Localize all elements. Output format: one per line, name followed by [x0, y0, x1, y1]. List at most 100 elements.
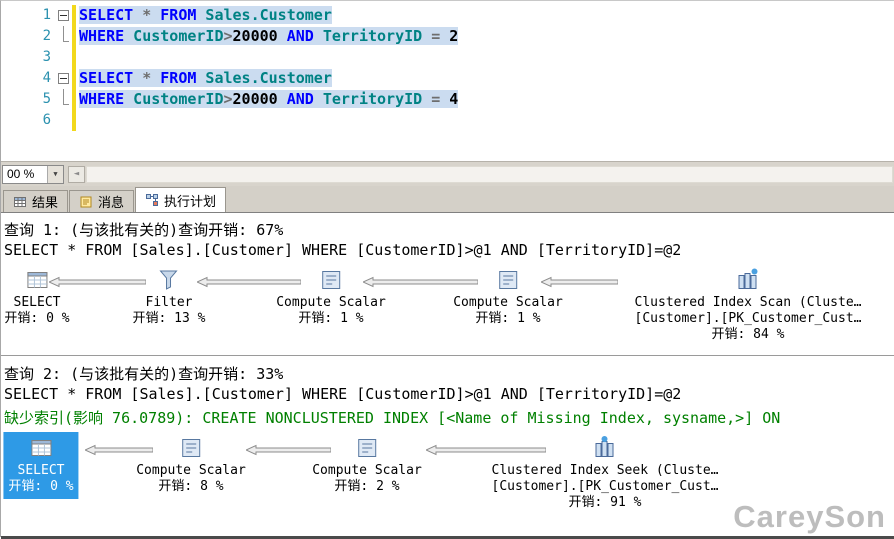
scroll-left-button[interactable]: ◄	[68, 166, 85, 183]
editor-line[interactable]: 2 WHERE CustomerID>20000 AND TerritoryID…	[1, 26, 894, 47]
tab-label: 结果	[32, 192, 58, 211]
plan-node-compute-scalar[interactable]: Compute Scalar 开销: 2 %	[312, 435, 422, 495]
collapse-minus-icon[interactable]	[58, 73, 69, 84]
plan-node-clustered-index-seek[interactable]: Clustered Index Seek (Cluste… [Customer]…	[492, 435, 719, 511]
plan-node-compute-scalar[interactable]: Compute Scalar 开销: 1 %	[453, 267, 563, 327]
code-token: =	[422, 90, 449, 108]
plan-node-label: Clustered Index Scan (Cluste…	[635, 295, 862, 311]
code-text[interactable]: WHERE CustomerID>20000 AND TerritoryID =…	[76, 26, 458, 47]
plan-node-cost: 开销: 2 %	[312, 479, 422, 495]
plan-node-filter[interactable]: Filter 开销: 13 %	[133, 267, 206, 327]
chevron-down-icon[interactable]: ▼	[47, 166, 63, 183]
plan-node-label: Compute Scalar	[136, 463, 246, 479]
line-number: 5	[1, 89, 56, 110]
editor-line[interactable]: 3	[1, 47, 894, 68]
collapse-minus-icon[interactable]	[58, 10, 69, 21]
code-text[interactable]	[76, 47, 79, 68]
editor-line[interactable]: 1 SELECT * FROM Sales.Customer	[1, 5, 894, 26]
line-number: 6	[1, 110, 56, 131]
code-text[interactable]: SELECT * FROM Sales.Customer	[76, 68, 332, 89]
code-token: >	[224, 90, 233, 108]
fold-margin	[56, 110, 72, 131]
code-token: SELECT	[79, 69, 133, 87]
line-number: 2	[1, 26, 56, 47]
plan-node-cost: 开销: 84 %	[635, 327, 862, 343]
editor-scrollbar-area: 00 % ▼ ◄	[1, 161, 894, 186]
plan-node-label: Compute Scalar	[453, 295, 563, 311]
editor-line[interactable]: 5 WHERE CustomerID>20000 AND TerritoryID…	[1, 89, 894, 110]
plan-node-label: Clustered Index Seek (Cluste…	[492, 463, 719, 479]
fold-margin[interactable]	[56, 26, 72, 47]
tab-label: 执行计划	[164, 191, 216, 210]
code-token: *	[133, 6, 160, 24]
code-token: Sales.Customer	[196, 6, 331, 24]
fold-margin[interactable]	[56, 68, 72, 89]
fold-margin	[56, 47, 72, 68]
plan-node-label: Filter	[133, 295, 206, 311]
fold-region-line	[63, 89, 69, 105]
plan-node-select[interactable]: SELECT 开销: 0 %	[4, 267, 69, 327]
code-token: 20000	[233, 27, 278, 45]
compute-scalar-operator-icon	[312, 435, 422, 461]
code-text[interactable]	[76, 110, 79, 131]
code-token: SELECT	[79, 6, 133, 24]
fold-margin[interactable]	[56, 89, 72, 110]
compute-scalar-operator-icon	[136, 435, 246, 461]
plan-node-compute-scalar[interactable]: Compute Scalar 开销: 1 %	[276, 267, 386, 327]
plan-node-label: SELECT	[4, 295, 69, 311]
code-token: Sales.Customer	[196, 69, 331, 87]
horizontal-scrollbar-track[interactable]	[86, 166, 893, 183]
plan-node-label: [Customer].[PK_Customer_Cust…	[635, 311, 862, 327]
code-token: *	[133, 69, 160, 87]
code-token: TerritoryID	[314, 27, 422, 45]
plan-node-cost: 开销: 1 %	[453, 311, 563, 327]
tab-messages[interactable]: 消息	[69, 190, 134, 212]
code-token: FROM	[160, 69, 196, 87]
plan-section-divider	[1, 355, 894, 356]
plan-node-cost: 开销: 13 %	[133, 311, 206, 327]
tab-execution-plan[interactable]: 执行计划	[135, 187, 226, 212]
code-text[interactable]: SELECT * FROM Sales.Customer	[76, 5, 332, 26]
execution-plan-pane[interactable]: 查询 1: (与该批有关的)查询开销: 67% SELECT * FROM [S…	[1, 212, 894, 539]
watermark-text: CareySon	[733, 499, 886, 535]
results-tab-bar: 结果 消息 执行计划	[1, 186, 894, 212]
plan-node-cost: 开销: 91 %	[492, 495, 719, 511]
code-token: CustomerID	[124, 90, 223, 108]
missing-index-suggestion[interactable]: 缺少索引(影响 76.0789): CREATE NONCLUSTERED IN…	[4, 407, 780, 428]
select-operator-icon	[8, 435, 73, 461]
editor-line[interactable]: 6	[1, 110, 894, 131]
plan-node-compute-scalar[interactable]: Compute Scalar 开销: 8 %	[136, 435, 246, 495]
code-token: AND	[278, 90, 314, 108]
plan-node-clustered-index-scan[interactable]: Clustered Index Scan (Cluste… [Customer]…	[635, 267, 862, 343]
code-token: FROM	[160, 6, 196, 24]
query2-header: 查询 2: (与该批有关的)查询开销: 33%	[4, 363, 283, 384]
editor-line[interactable]: 4 SELECT * FROM Sales.Customer	[1, 68, 894, 89]
line-number: 4	[1, 68, 56, 89]
query1-sql-text: SELECT * FROM [Sales].[Customer] WHERE […	[4, 241, 681, 259]
clustered-index-seek-operator-icon	[492, 435, 719, 461]
code-token: AND	[278, 27, 314, 45]
zoom-combobox[interactable]: 00 % ▼	[2, 165, 64, 184]
code-token: WHERE	[79, 27, 124, 45]
code-text[interactable]: WHERE CustomerID>20000 AND TerritoryID =…	[76, 89, 458, 110]
plan-node-label: SELECT	[8, 463, 73, 479]
plan-node-label: Compute Scalar	[276, 295, 386, 311]
line-number: 3	[1, 47, 56, 68]
plan-node-label: [Customer].[PK_Customer_Cust…	[492, 479, 719, 495]
code-token: WHERE	[79, 90, 124, 108]
code-token: 2	[449, 27, 458, 45]
plan-node-cost: 开销: 1 %	[276, 311, 386, 327]
plan-node-cost: 开销: 8 %	[136, 479, 246, 495]
tab-results[interactable]: 结果	[3, 190, 68, 212]
ssms-window: 1 SELECT * FROM Sales.Customer 2 WHERE C…	[0, 0, 894, 537]
plan-node-select[interactable]: SELECT 开销: 0 %	[3, 432, 78, 499]
code-token: 4	[449, 90, 458, 108]
fold-region-line	[63, 26, 69, 42]
code-token: >	[224, 27, 233, 45]
messages-icon	[79, 195, 93, 209]
fold-margin[interactable]	[56, 5, 72, 26]
tab-label: 消息	[98, 192, 124, 211]
code-token: TerritoryID	[314, 90, 422, 108]
plan-node-cost: 开销: 0 %	[8, 479, 73, 495]
sql-editor[interactable]: 1 SELECT * FROM Sales.Customer 2 WHERE C…	[1, 1, 894, 161]
